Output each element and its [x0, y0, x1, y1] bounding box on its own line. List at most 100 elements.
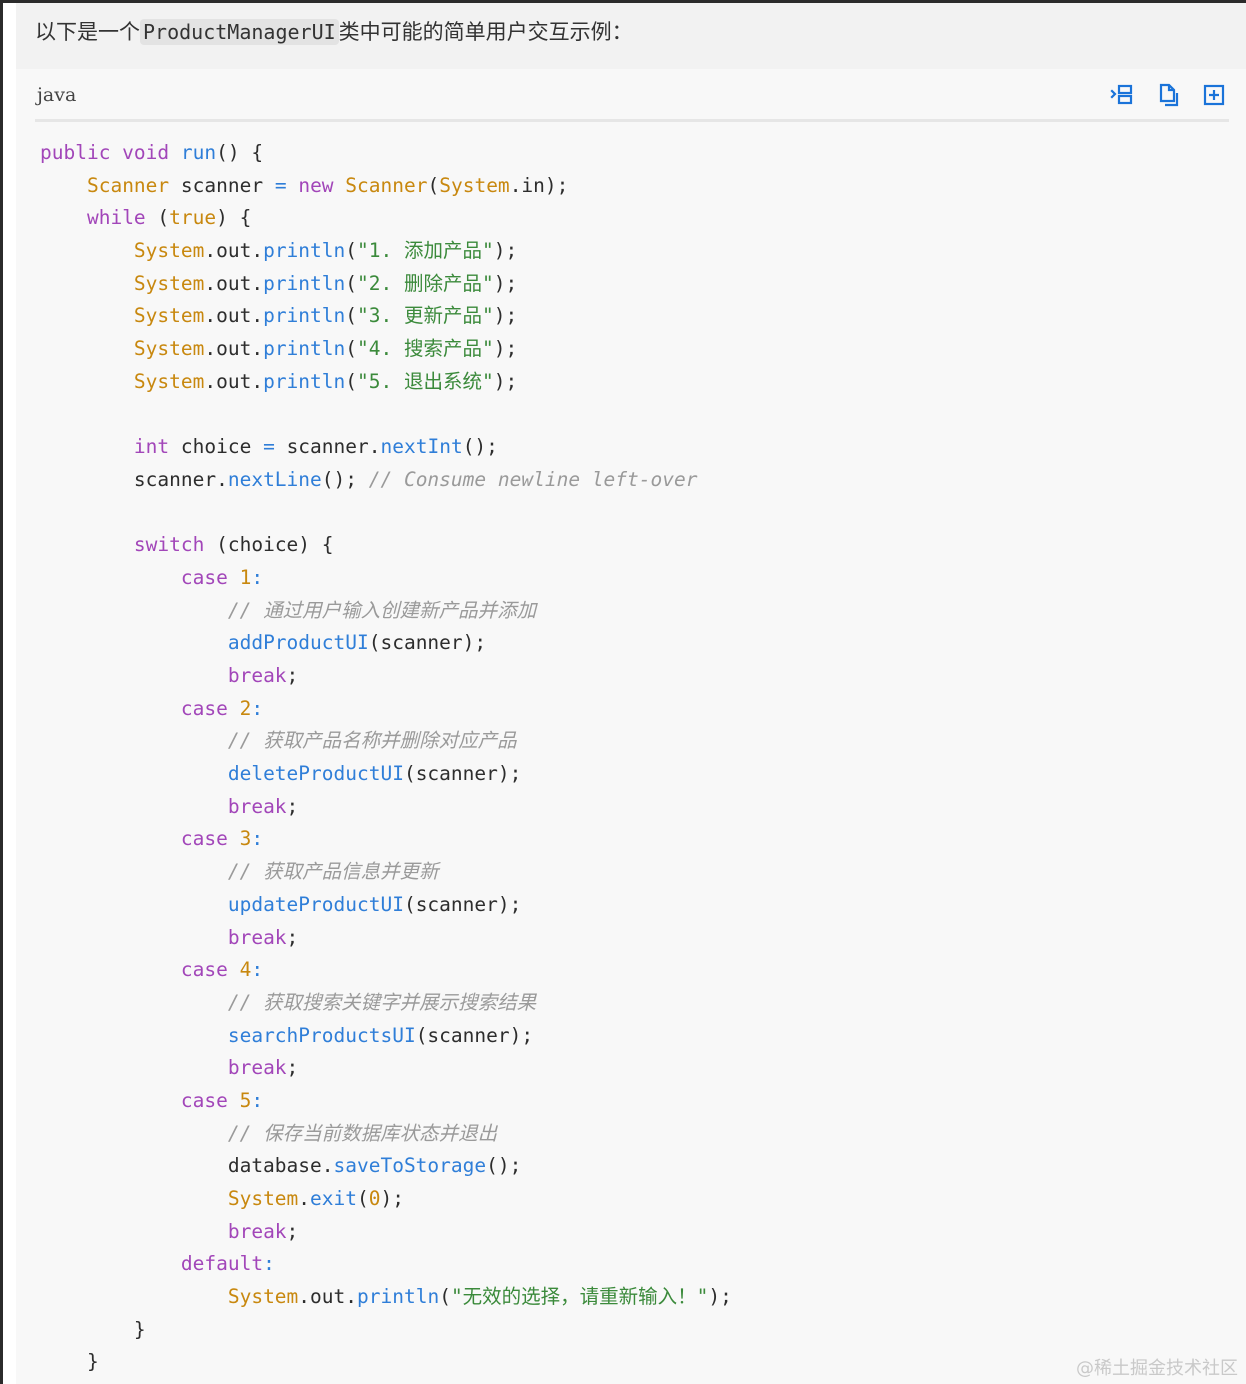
- code-token: nextLine: [227, 467, 322, 491]
- code-token: nextInt: [380, 435, 463, 459]
- code-token: }: [40, 1350, 99, 1374]
- code-header-divider: [35, 119, 1229, 122]
- code-token: (scanner);: [415, 1023, 534, 1047]
- watermark: @稀土掘金技术社区: [1076, 1358, 1238, 1379]
- code-token: .out.: [204, 369, 264, 393]
- code-token: 2: [239, 696, 252, 720]
- code-token: choice: [169, 435, 264, 459]
- code-token: // 保存当前数据库状态并退出: [227, 1121, 498, 1145]
- code-token: (: [345, 271, 358, 295]
- code-token: System: [133, 239, 205, 263]
- code-line: deleteProductUI(scanner);: [40, 758, 732, 791]
- code-token: public void: [40, 141, 181, 164]
- code-line: break;: [40, 922, 732, 955]
- code-line: case 5:: [40, 1085, 732, 1118]
- code-token: .out.: [204, 271, 264, 295]
- code-token: (: [345, 304, 358, 328]
- code-token: case: [180, 1088, 228, 1112]
- code-line: case 3:: [40, 823, 732, 856]
- code-token: (: [345, 337, 358, 361]
- code-token: scanner.: [274, 435, 381, 459]
- code-line: break;: [40, 791, 732, 824]
- code-token: 1: [239, 565, 252, 589]
- code-token: System: [133, 304, 205, 328]
- code-line: // 获取搜索关键字并展示搜索结果: [40, 987, 732, 1020]
- code-token: ;: [286, 1219, 299, 1243]
- expand-lines-icon[interactable]: [1108, 81, 1136, 109]
- code-line: int choice = scanner.nextInt();: [40, 431, 732, 464]
- window-left-border: [0, 0, 3, 1384]
- code-token: Scanner: [86, 173, 170, 197]
- code-token: );: [493, 337, 518, 361]
- code-token: println: [263, 239, 346, 263]
- code-line: System.out.println("4. 搜索产品");: [40, 333, 732, 366]
- code-token: break: [227, 925, 287, 949]
- code-line: searchProductsUI(scanner);: [40, 1020, 732, 1053]
- code-token: deleteProductUI: [227, 762, 404, 786]
- code-token: exit: [310, 1187, 358, 1210]
- code-token: }: [40, 1317, 146, 1341]
- code-token: =: [274, 173, 287, 197]
- code-token: System: [227, 1285, 299, 1309]
- code-token: println: [263, 271, 346, 295]
- code-token: ;: [286, 664, 299, 687]
- code-line: // 保存当前数据库状态并退出: [40, 1118, 732, 1151]
- code-token: new: [298, 173, 346, 197]
- code-token: default: [180, 1252, 264, 1276]
- code-token: 4: [239, 958, 252, 982]
- intro-suffix: 类中可能的简单用户交互示例：: [338, 20, 633, 44]
- code-line: case 4:: [40, 954, 732, 987]
- add-box-icon[interactable]: [1200, 81, 1228, 109]
- code-token: (: [427, 173, 440, 197]
- code-token: .in);: [509, 173, 569, 197]
- code-line: System.out.println("3. 更新产品");: [40, 300, 732, 333]
- code-token: println: [357, 1285, 440, 1309]
- code-token: ;: [286, 1056, 299, 1080]
- code-token: 5: [239, 1088, 252, 1112]
- code-line: switch (choice) {: [40, 529, 732, 562]
- code-token: System: [133, 271, 205, 295]
- code-token: break: [227, 794, 287, 818]
- code-token: =: [263, 435, 275, 459]
- code-token: 3: [239, 827, 252, 851]
- code-token: scanner: [169, 173, 275, 197]
- code-line: System.out.println("1. 添加产品");: [40, 235, 732, 268]
- intro-text: 以下是一个 ProductManagerUI 类中可能的简单用户交互示例：: [16, 3, 1246, 69]
- code-language-label: java: [37, 84, 77, 106]
- code-line: while (true) {: [40, 202, 732, 235]
- code-token: "2. 删除产品": [357, 271, 494, 295]
- code-token: .: [298, 1187, 311, 1210]
- code-line: System.exit(0);: [40, 1183, 732, 1216]
- code-token: (choice) {: [204, 533, 334, 557]
- code-line: Scanner scanner = new Scanner(System.in)…: [40, 170, 732, 203]
- inline-code-class-name: ProductManagerUI: [140, 19, 339, 45]
- code-line: }: [40, 1346, 732, 1379]
- code-token: ) {: [216, 206, 252, 230]
- code-line: break;: [40, 1052, 732, 1085]
- code-block: java public void run() { Scanner scanner…: [16, 69, 1246, 1384]
- code-token: ;: [286, 794, 299, 818]
- code-token: database.: [40, 1154, 334, 1178]
- code-token: (: [357, 1187, 369, 1210]
- code-token: println: [263, 369, 346, 393]
- code-token: scanner.: [40, 467, 228, 491]
- code-token: while: [86, 206, 146, 230]
- copy-icon[interactable]: [1154, 81, 1182, 109]
